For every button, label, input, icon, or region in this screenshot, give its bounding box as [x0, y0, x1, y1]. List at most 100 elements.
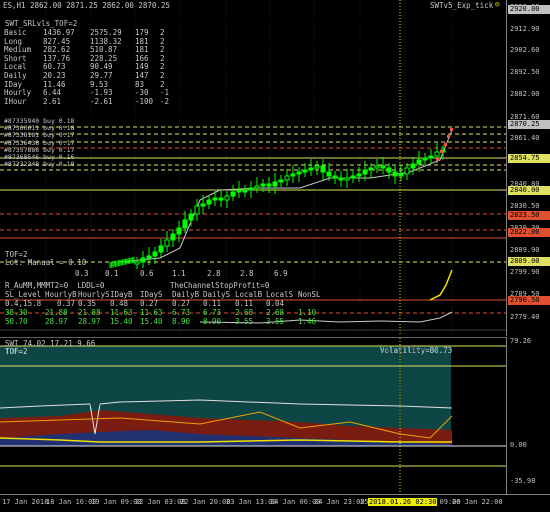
stat-cell: 0.4,15.8 [5, 299, 42, 308]
price-label: 2892.50 [510, 68, 540, 76]
indicator-tof: TOF=2 [5, 347, 28, 356]
indicator-window[interactable]: SWT 74.02 17.21 9.66 TOF=2 Volatility=80… [0, 337, 506, 495]
levels-cell: -100 [135, 96, 154, 106]
candle-body [338, 177, 344, 181]
time-label: 23 Jan 13:00 [226, 498, 277, 506]
multiplier-value: 6.9 [274, 269, 288, 278]
stat-cell: 15.40 [110, 317, 133, 326]
candle-body [188, 213, 194, 221]
stat-cell: 6.73 [203, 308, 222, 317]
candle-body [350, 175, 356, 179]
indicator-axis-bottom: -35.98 [510, 477, 536, 485]
candle-body [224, 195, 230, 201]
panel-title: SWT_SRLvls_TOF=2 [5, 19, 78, 28]
stat-cell: 0.48 [110, 299, 129, 308]
candle-body [248, 187, 254, 191]
indicator-canvas[interactable] [0, 338, 506, 495]
price-label: 2882.00 [510, 90, 540, 98]
candle-body [416, 159, 422, 165]
candle-body [284, 175, 290, 181]
stat-header: LocalS [266, 290, 294, 299]
entry-marker [450, 128, 453, 131]
levels-cell: -2 [160, 96, 170, 106]
price-label: 2830.50 [510, 202, 540, 210]
order-list: #87335940 buy 0.18 #87360611 buy 0.18 #873… [4, 117, 75, 169]
candle-body [272, 181, 278, 187]
price-tag: 2920.00 [508, 5, 550, 14]
stat-cell: 21.88 [78, 308, 101, 317]
stat-header: HourlyS [78, 290, 110, 299]
stat-header: HourlyB [45, 290, 77, 299]
candle-body [428, 155, 434, 159]
candle-body [230, 191, 236, 197]
price-axis[interactable]: 2920.002912.902902.602892.502882.002871.… [506, 0, 550, 336]
levels-row: IHour 2.61 -2.61 -100 -2 [4, 96, 174, 107]
entry-marker [444, 143, 447, 146]
price-label: 2809.90 [510, 246, 540, 254]
stat-header: NonSL [298, 290, 321, 299]
levels-table: Basic 1436.97 2575.29 179 2 Long 827.45 1138.32… [4, 28, 174, 107]
candle-body [176, 227, 182, 235]
multiplier-value: 0.1 [105, 269, 119, 278]
indicator-axis[interactable]: 79.26 0.00 -35.98 [506, 337, 550, 494]
candle-body [278, 179, 284, 183]
price-tag: 2822.00 [508, 228, 550, 237]
stat-header: DailyB [172, 290, 200, 299]
candle-body [266, 183, 272, 187]
stat-header: SL_Level [5, 290, 42, 299]
candle-body [134, 261, 140, 265]
candle-body [194, 205, 200, 215]
levels-cell: IHour [4, 96, 27, 106]
price-label: 2912.90 [510, 25, 540, 33]
stat-cell: 0.11 [235, 299, 254, 308]
price-label: 2902.60 [510, 46, 540, 54]
candle-body [212, 197, 218, 201]
order-item: #87332348 buy 0.18 [4, 160, 75, 169]
stat-cell: 1.46 [298, 317, 317, 326]
time-label: 24 Jan 06:00 [270, 498, 321, 506]
stat-cell: 0.37 [57, 299, 76, 308]
stat-cell: 15.40 [140, 317, 163, 326]
stat-header: IDayS [140, 290, 163, 299]
time-label: 26 Jan 22:00 [452, 498, 503, 506]
time-label: 24 Jan 23:00 [314, 498, 365, 506]
stat-cell: 2.68 [235, 308, 254, 317]
candle-body [170, 233, 176, 241]
candle-body [260, 183, 266, 187]
candle-body [236, 189, 242, 193]
stat-cell: 6.73 [172, 308, 191, 317]
time-label: 22 Jan 20:00 [180, 498, 231, 506]
smiley-icon[interactable]: ☺ [495, 1, 500, 9]
candle-body [320, 165, 326, 173]
stat-header: IDayB [110, 290, 133, 299]
stat-cell: 21.88 [45, 308, 68, 317]
candle-body [254, 185, 260, 189]
candle-body [368, 167, 374, 171]
candle-body [296, 171, 302, 175]
candle-body [344, 177, 350, 181]
candle-body [356, 173, 362, 177]
price-tag: 2854.75 [508, 154, 550, 163]
candle-body [152, 251, 158, 257]
profit-label: TheChannelStopProfit=0 [170, 281, 270, 290]
multiplier-value: 0.6 [140, 269, 154, 278]
candle-body [218, 197, 224, 201]
indicator-curve [429, 269, 453, 301]
stat-cell: 28.97 [45, 317, 68, 326]
price-tag: 2840.00 [508, 186, 550, 195]
stat-cell: 3.55 [266, 317, 285, 326]
price-tag: 2790.50 [508, 296, 550, 305]
stat-header: DailyS [203, 290, 231, 299]
time-axis[interactable]: 17 Jan 2018 18 Jan 16:00 19 Jan 09:00 22 Ja… [0, 494, 550, 512]
stat-cell: 0.04 [266, 299, 285, 308]
candle-body [200, 203, 206, 207]
stat-cell: 0.35 [78, 299, 97, 308]
time-label: 17 Jan 2018 [2, 498, 49, 506]
multiplier-value: 2.8 [207, 269, 221, 278]
stat-header: LocalB [235, 290, 263, 299]
candle-body [314, 165, 320, 169]
main-chart[interactable]: ES,H1 2862.00 2871.25 2862.00 2870.25 SW… [0, 0, 506, 336]
stat-cell: 11.63 [140, 308, 163, 317]
candle-body [332, 175, 338, 179]
candle-body [410, 163, 416, 169]
